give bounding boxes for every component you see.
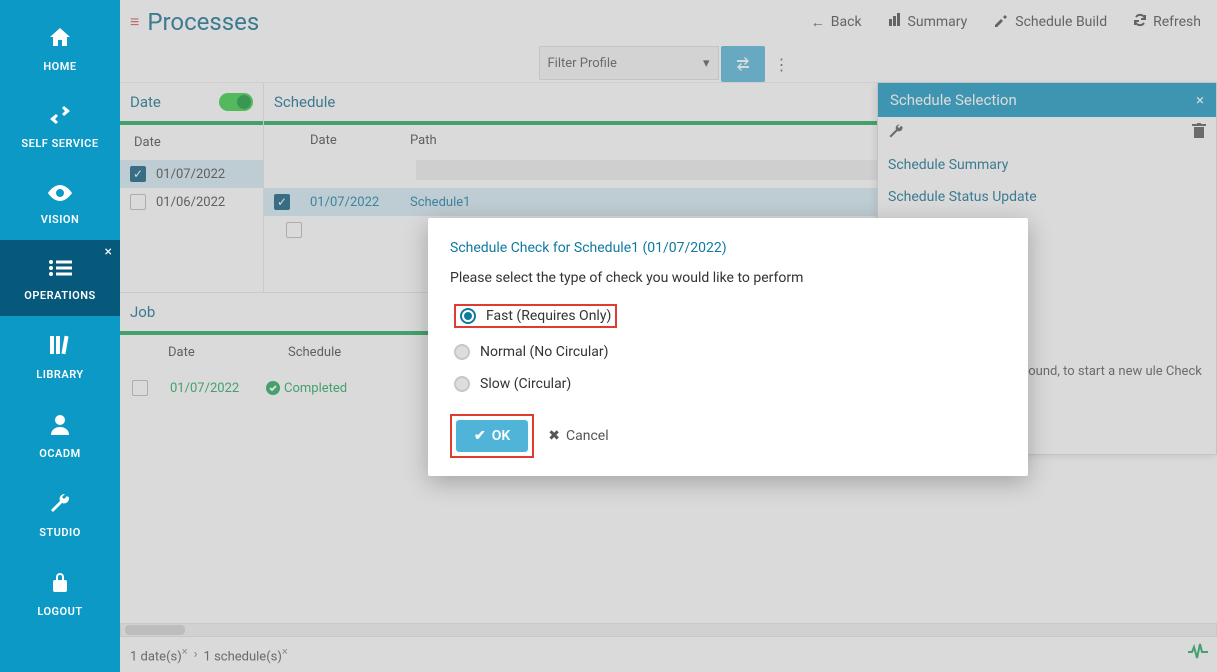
sidenav-item-home[interactable]: HOME bbox=[0, 8, 120, 87]
sidenav-label: LIBRARY bbox=[36, 368, 83, 381]
radio-icon[interactable] bbox=[454, 376, 470, 392]
eye-icon bbox=[47, 182, 73, 207]
cancel-label: Cancel bbox=[566, 428, 609, 444]
close-icon[interactable]: × bbox=[105, 244, 112, 260]
sidenav-item-operations[interactable]: × OPERATIONS bbox=[0, 240, 120, 316]
sidenav-label: LOGOUT bbox=[37, 605, 82, 618]
dialog-actions: ✔ OK ✖ Cancel bbox=[450, 414, 1006, 458]
dialog-title: Schedule Check for Schedule1 (01/07/2022… bbox=[450, 240, 1006, 256]
sidenav-item-library[interactable]: LIBRARY bbox=[0, 316, 120, 395]
dialog-prompt: Please select the type of check you woul… bbox=[450, 270, 1006, 286]
ok-label: OK bbox=[492, 428, 511, 444]
sidenav-label: HOME bbox=[43, 60, 76, 73]
main-area: ≡ Processes ← Back Summary Sched bbox=[120, 0, 1217, 672]
sidenav-item-studio[interactable]: STUDIO bbox=[0, 474, 120, 553]
home-icon bbox=[48, 26, 72, 54]
radio-icon[interactable] bbox=[460, 308, 476, 324]
swap-icon bbox=[48, 105, 72, 131]
sidenav-label: OCADM bbox=[39, 447, 80, 460]
option-label: Normal (No Circular) bbox=[480, 344, 609, 360]
sidenav-label: STUDIO bbox=[39, 526, 81, 539]
check-icon: ✔ bbox=[474, 428, 486, 444]
radio-option-slow[interactable]: Slow (Circular) bbox=[450, 368, 1006, 400]
option-label: Fast (Requires Only) bbox=[486, 308, 611, 324]
sidenav-item-logout[interactable]: LOGOUT bbox=[0, 553, 120, 632]
side-nav: HOME SELF SERVICE VISION × OPERATIONS bbox=[0, 0, 120, 672]
books-icon bbox=[48, 334, 72, 362]
sidenav-label: SELF SERVICE bbox=[21, 137, 98, 150]
radio-icon[interactable] bbox=[454, 344, 470, 360]
wrench-icon bbox=[49, 492, 71, 520]
cancel-button[interactable]: ✖ Cancel bbox=[548, 428, 608, 444]
radio-option-normal[interactable]: Normal (No Circular) bbox=[450, 336, 1006, 368]
ok-button[interactable]: ✔ OK bbox=[456, 420, 528, 452]
lock-icon bbox=[50, 571, 70, 599]
x-icon: ✖ bbox=[548, 428, 560, 444]
sidenav-label: VISION bbox=[41, 213, 80, 226]
sidenav-item-vision[interactable]: VISION bbox=[0, 164, 120, 240]
user-icon bbox=[49, 413, 71, 441]
option-label: Slow (Circular) bbox=[480, 376, 571, 392]
sidenav-label: OPERATIONS bbox=[24, 289, 96, 302]
radio-option-fast[interactable]: Fast (Requires Only) bbox=[450, 296, 1006, 336]
sidenav-item-self-service[interactable]: SELF SERVICE bbox=[0, 87, 120, 164]
list-icon bbox=[48, 258, 72, 283]
schedule-check-dialog: Schedule Check for Schedule1 (01/07/2022… bbox=[428, 218, 1028, 476]
sidenav-item-ocadm[interactable]: OCADM bbox=[0, 395, 120, 474]
